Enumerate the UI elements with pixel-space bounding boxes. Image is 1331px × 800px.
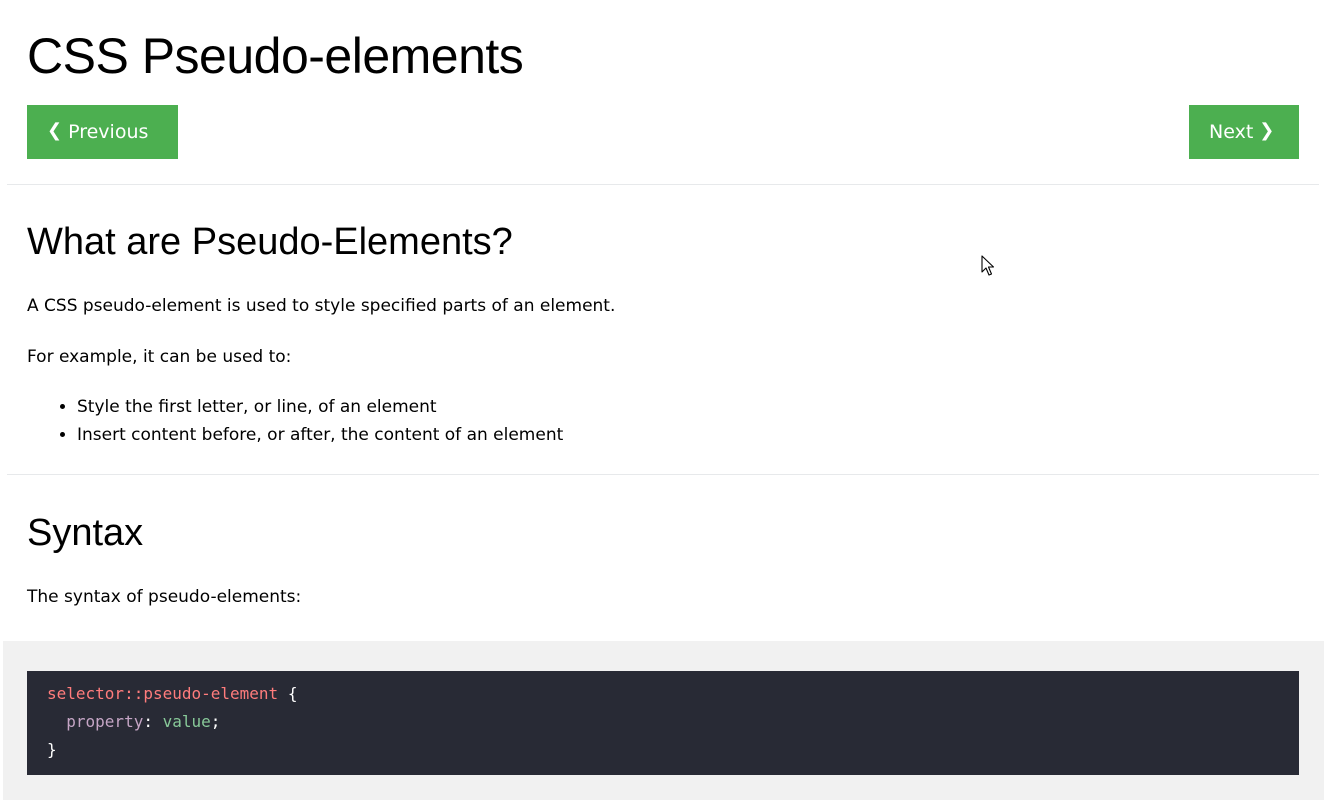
example-intro-paragraph: For example, it can be used to: (27, 347, 292, 367)
syntax-paragraph: The syntax of pseudo-elements: (27, 587, 302, 607)
previous-button[interactable]: ❮ Previous (27, 105, 178, 159)
chevron-right-icon: ❯ (1259, 120, 1275, 141)
usage-list: Style the first letter, or line, of an e… (27, 393, 563, 449)
section-heading-syntax: Syntax (27, 512, 144, 554)
code-block[interactable]: selector::pseudo-element { property: val… (27, 671, 1299, 775)
code-colon: : (143, 712, 163, 731)
list-item: Style the first letter, or line, of an e… (77, 393, 563, 421)
code-property: property (66, 712, 144, 731)
code-close-brace: } (47, 740, 57, 759)
chevron-left-icon: ❮ (47, 120, 63, 141)
section-divider (7, 184, 1319, 185)
code-semicolon: ; (210, 712, 221, 731)
next-button-label: Next (1209, 121, 1254, 143)
code-value: value (162, 712, 211, 731)
next-button[interactable]: Next ❯ (1189, 105, 1299, 159)
section-divider (7, 474, 1319, 475)
mouse-cursor-icon (981, 255, 995, 276)
previous-button-label: Previous (68, 121, 149, 143)
intro-paragraph: A CSS pseudo-element is used to style sp… (27, 296, 616, 316)
section-heading-intro: What are Pseudo-Elements? (27, 221, 513, 263)
code-open-brace: { (278, 684, 298, 703)
code-line: } (47, 736, 1279, 764)
code-line: property: value; (47, 708, 1279, 736)
page: CSS Pseudo-elements ❮ Previous Next ❯ Wh… (0, 0, 1331, 800)
list-item: Insert content before, or after, the con… (77, 421, 563, 449)
code-selector: selector::pseudo-element (47, 684, 279, 703)
page-title: CSS Pseudo-elements (27, 28, 524, 84)
code-line: selector::pseudo-element { (47, 680, 1279, 708)
